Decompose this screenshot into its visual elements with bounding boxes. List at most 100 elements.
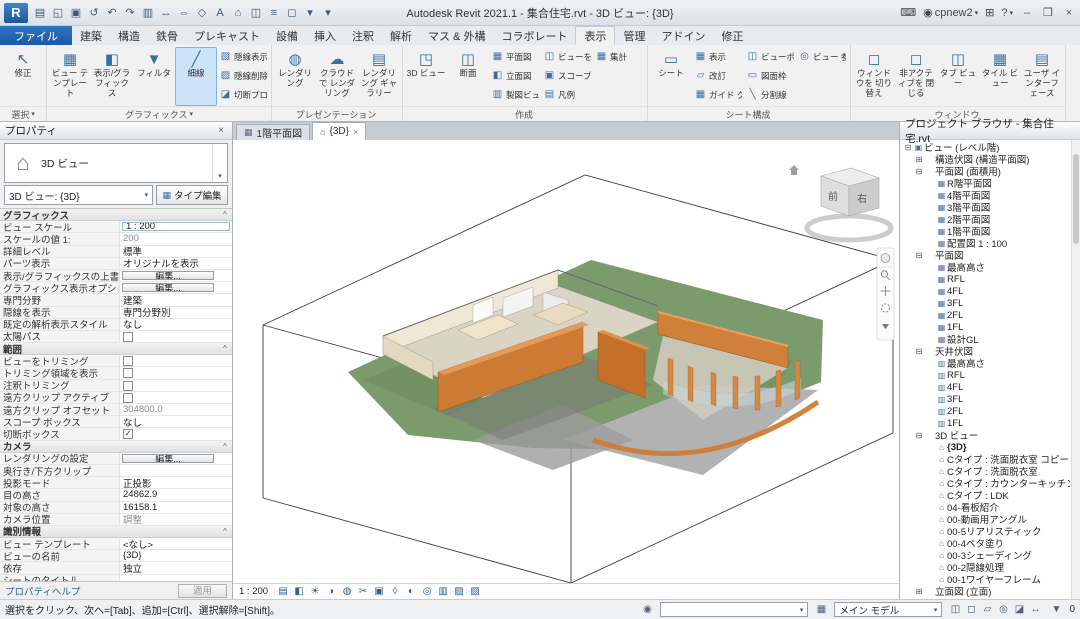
viewcube-front-label[interactable]: 前 (828, 190, 838, 203)
ribbon-group-label[interactable]: 選択▾ (0, 106, 46, 121)
render-button[interactable]: ◍レンダリング (274, 47, 316, 106)
browser-tree-item[interactable]: ⊟ ▣ ビュー (レベル階) (901, 141, 1070, 153)
rendering-dialog-icon[interactable]: ◍ (339, 585, 355, 599)
close-icon[interactable]: × (215, 125, 227, 136)
home-icon[interactable] (789, 165, 799, 175)
property-value[interactable]: 304800.0 (120, 404, 232, 415)
open-icon[interactable]: ◱ (49, 4, 67, 22)
elevation-button[interactable]: ◧立面図 (489, 66, 541, 85)
scope-box-button[interactable]: ▣スコープ ボックス (541, 66, 593, 85)
browser-tree-item[interactable]: ▦ 設計GL (901, 333, 1070, 345)
tree-expander-icon[interactable]: ⊟ (914, 251, 924, 260)
browser-tree-item[interactable]: ⌂ 00-4ベタ塗り (901, 537, 1070, 549)
tree-expander-icon[interactable]: ⊟ (914, 431, 924, 440)
property-value[interactable]: {3D} (120, 550, 232, 561)
property-value[interactable]: <なし> (120, 538, 232, 549)
tab-architecture[interactable]: 建築 (72, 26, 110, 45)
detail-level-icon[interactable]: ▤ (275, 585, 291, 599)
property-row[interactable]: 注釈トリミング (0, 380, 232, 392)
design-option-selector[interactable]: メイン モデル ▾ (834, 602, 942, 617)
property-value[interactable]: ^ (218, 343, 232, 354)
property-value[interactable]: なし (120, 319, 232, 330)
tree-expander-icon[interactable]: ⊟ (914, 167, 924, 176)
tab-insert[interactable]: 挿入 (306, 26, 344, 45)
tab-views-button[interactable]: ◫タブ ビュー (937, 47, 979, 106)
property-row[interactable]: ビューの名前 {3D} (0, 550, 232, 562)
remove-hidden-lines-button[interactable]: ▨隠線削除 (217, 66, 269, 85)
tab-analyze[interactable]: 解析 (382, 26, 420, 45)
visibility-graphics-button[interactable]: ◧表示/グラフィックス (91, 47, 133, 106)
property-value[interactable]: ^ (218, 526, 232, 537)
tab-annotate[interactable]: 注釈 (344, 26, 382, 45)
select-links-icon[interactable]: ◻ (963, 602, 979, 617)
switch-windows-button[interactable]: ◻ウィンドウを 切り替え (853, 47, 895, 106)
browser-tree-item[interactable]: ▦ 4階平面図 (901, 189, 1070, 201)
tab-systems[interactable]: 設備 (268, 26, 306, 45)
sheet-button[interactable]: ▭シート (650, 47, 692, 106)
highlight-displacement-icon[interactable]: ▧ (467, 585, 483, 599)
browser-tree-item[interactable]: ▦ 3FL (901, 297, 1070, 309)
browser-tree-item[interactable]: ⊟ 平面図 (901, 249, 1070, 261)
property-value[interactable]: ✓ (123, 429, 133, 439)
property-row[interactable]: ビュー スケール 1 : 200 (0, 221, 232, 233)
ribbon-group-label[interactable]: グラフィックス▾ (47, 106, 271, 121)
design-options-icon[interactable]: ▦ (813, 602, 829, 617)
app-store-icon[interactable]: ⊞ (985, 6, 994, 19)
temporary-hide-isolate-icon[interactable]: ◐ (403, 585, 419, 599)
drag-on-selection-icon[interactable]: ↔ (1027, 602, 1043, 617)
duplicate-view-button[interactable]: ◫ビューを複製 (541, 47, 593, 66)
property-value[interactable]: 16158.1 (120, 502, 232, 513)
ribbon-group-label[interactable]: プレゼンテーション (272, 106, 402, 121)
print-icon[interactable]: ▥ (139, 4, 157, 22)
property-value[interactable] (123, 332, 133, 342)
show-hidden-lines-button[interactable]: ▧隠線表示 (217, 47, 269, 66)
property-value[interactable] (123, 356, 133, 366)
tree-expander-icon[interactable]: ⊟ (903, 143, 913, 152)
browser-tree-item[interactable]: ▦ 最高高さ (901, 261, 1070, 273)
user-interface-button[interactable]: ▤ユーザ インターフェース (1021, 47, 1063, 106)
property-row[interactable]: 遠方クリップ アクティブ (0, 392, 232, 404)
property-value[interactable]: 専門分野別 (120, 307, 232, 318)
plan-views-button[interactable]: ▦平面図 (489, 47, 541, 66)
exclude-options-icon[interactable]: ◫ (947, 602, 963, 617)
property-row[interactable]: 目の高さ 24862.9 (0, 489, 232, 501)
property-row[interactable]: カメラ位置 調整 (0, 514, 232, 526)
aligned-dimension-icon[interactable]: ⇔ (175, 4, 193, 22)
shadows-icon[interactable]: ◑ (323, 585, 339, 599)
property-row[interactable]: 投影モード 正投影 (0, 477, 232, 489)
apply-button[interactable]: 適用 (178, 584, 227, 598)
browser-tree-item[interactable]: ▥ RFL (901, 369, 1070, 381)
cut-profile-button[interactable]: ◪切断プロファイル (217, 85, 269, 104)
tab-structure[interactable]: 構造 (110, 26, 148, 45)
tab-file[interactable]: ファイル (0, 26, 72, 45)
viewports-button[interactable]: ◫ビューポート (744, 47, 796, 66)
browser-tree-item[interactable]: ▦ 2階平面図 (901, 213, 1070, 225)
property-value[interactable]: ^ (218, 209, 232, 220)
property-row[interactable]: 範囲 ^ (0, 343, 232, 355)
properties-help-link[interactable]: プロパティヘルプ (5, 584, 80, 598)
property-row[interactable]: 詳細レベル 標準 (0, 246, 232, 258)
property-row[interactable]: 奥行き/下方クリップ (0, 465, 232, 477)
browser-tree-item[interactable]: ⌂ Cタイプ : カウンターキッチン (901, 477, 1070, 489)
legends-button[interactable]: ▤凡例 (541, 85, 593, 104)
tab-manage[interactable]: 管理 (615, 26, 653, 45)
property-row[interactable]: パーツ表示 オリジナルを表示 (0, 258, 232, 270)
navigation-bar[interactable] (877, 248, 894, 340)
keyboard-icon[interactable]: ⌨ (900, 6, 916, 19)
viewcube[interactable]: 前 右 (789, 165, 891, 240)
select-pinned-icon[interactable]: ◎ (995, 602, 1011, 617)
model-canvas[interactable]: 前 右 (233, 140, 899, 583)
browser-tree-item[interactable]: ⌂ 00-5リアリスティック (901, 525, 1070, 537)
viewcube-compass-ring[interactable] (807, 216, 891, 240)
browser-tree-item[interactable]: ▥ 4FL (901, 381, 1070, 393)
save-icon[interactable]: ▣ (67, 4, 85, 22)
property-row[interactable]: 識別情報 ^ (0, 526, 232, 538)
property-value[interactable] (123, 368, 133, 378)
tab-modify[interactable]: 修正 (713, 26, 751, 45)
viewcube-right-label[interactable]: 右 (857, 192, 867, 205)
close-button[interactable]: × (1062, 7, 1076, 19)
property-row[interactable]: 既定の解析表示スタイル なし (0, 319, 232, 331)
section-button[interactable]: ◫断面 (447, 47, 489, 106)
section-icon[interactable]: ◫ (247, 4, 265, 22)
property-value[interactable]: 編集... (122, 283, 214, 292)
